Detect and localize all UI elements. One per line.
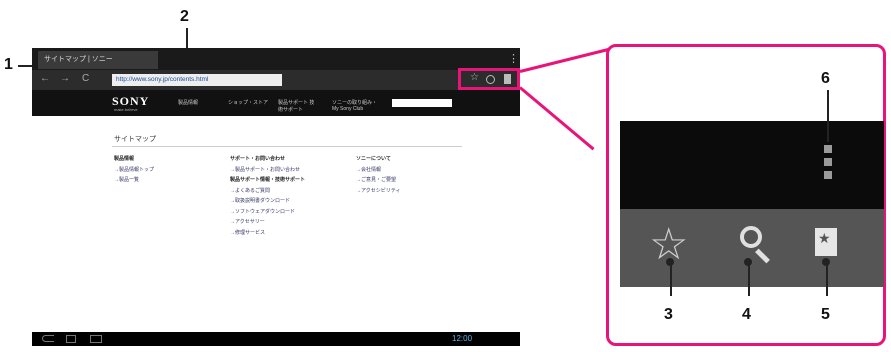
tab-bar: サイトマップ | ソニー ⋮ <box>32 48 520 70</box>
url-bar: ← → C http://www.sony.jp/contents.html ☆ <box>32 70 520 90</box>
list-item[interactable]: →修理サービス <box>230 228 350 239</box>
connector-line-bottom <box>519 86 595 151</box>
list-item[interactable]: →ご意見・ご要望 <box>356 175 466 186</box>
list-item[interactable]: →製品情報トップ <box>114 165 224 176</box>
callout-1: 1 <box>4 56 13 73</box>
site-header: SONY make.believe 製品情報 ショップ・ストア 製品サポート 技… <box>32 90 520 116</box>
highlight-toolbar <box>458 68 520 90</box>
reload-icon[interactable]: C <box>82 73 89 84</box>
leader-line-4 <box>748 262 750 296</box>
leader-line-6 <box>827 90 829 142</box>
leader-dot-5 <box>822 258 830 266</box>
callout-3: 3 <box>664 306 673 323</box>
web-content: SONY make.believe 製品情報 ショップ・ストア 製品サポート 技… <box>32 90 520 332</box>
callout-4: 4 <box>742 306 751 323</box>
list-item[interactable]: →アクセサリー <box>230 217 350 228</box>
sitemap-column-1: 製品情報 →製品情報トップ →製品一覧 <box>114 154 224 186</box>
page-title: サイトマップ <box>114 136 156 143</box>
back-nav-icon[interactable] <box>42 335 54 342</box>
menu-icon[interactable]: ⋮ <box>508 52 519 65</box>
browser-tab[interactable]: サイトマップ | ソニー <box>38 51 158 69</box>
title-divider <box>112 146 462 147</box>
back-icon[interactable]: ← <box>40 73 50 84</box>
nav-item-shop[interactable]: ショップ・ストア <box>228 99 268 106</box>
leader-line-3 <box>670 262 672 296</box>
logo-subtitle: make.believe <box>114 107 138 112</box>
column-heading: サポート・お問い合わせ <box>230 156 286 162</box>
tablet-screen: サイトマップ | ソニー ⋮ ← → C http://www.sony.jp/… <box>32 48 520 346</box>
column-heading: ソニーについて <box>356 156 391 162</box>
list-item[interactable]: →アクセシビリティ <box>356 186 466 197</box>
site-search-input[interactable] <box>392 99 452 107</box>
list-item[interactable]: →ソフトウェアダウンロード <box>230 207 350 218</box>
list-item[interactable]: →製品一覧 <box>114 175 224 186</box>
column-subheading: 製品サポート情報・技術サポート <box>230 177 306 183</box>
home-icon[interactable] <box>66 335 76 343</box>
callout-6: 6 <box>821 70 830 87</box>
recent-apps-icon[interactable] <box>90 335 102 343</box>
nav-item-support[interactable]: 製品サポート 技術サポート <box>278 99 318 113</box>
callout-5: 5 <box>821 306 830 323</box>
callout-2: 2 <box>180 8 189 25</box>
list-item[interactable]: →よくあるご質問 <box>230 186 350 197</box>
system-bar: 12:00 <box>32 332 520 346</box>
list-item[interactable]: →取扱説明書ダウンロード <box>230 196 350 207</box>
search-icon-large[interactable] <box>740 226 762 248</box>
column-heading: 製品情報 <box>114 156 135 162</box>
menu-dot-icon[interactable] <box>824 145 832 153</box>
clock: 12:00 <box>452 334 473 343</box>
url-field[interactable]: http://www.sony.jp/contents.html <box>112 74 282 86</box>
leader-dot-3 <box>666 258 674 266</box>
leader-dot-4 <box>744 258 752 266</box>
zoom-tabbar-area <box>620 121 884 209</box>
nav-item-club[interactable]: ソニーの取り組み・My Sony Club <box>332 99 382 112</box>
leader-line-5 <box>826 262 828 296</box>
list-item[interactable]: →製品サポート・お問い合わせ <box>230 165 350 176</box>
sitemap-column-3: ソニーについて →会社情報 →ご意見・ご要望 →アクセシビリティ <box>356 154 466 196</box>
menu-dot-icon[interactable] <box>824 158 832 166</box>
list-item[interactable]: →会社情報 <box>356 165 466 176</box>
sitemap-column-2: サポート・お問い合わせ →製品サポート・お問い合わせ 製品サポート情報・技術サポ… <box>230 154 350 238</box>
menu-dot-icon[interactable] <box>824 171 832 179</box>
bookmark-star-icon: ★ <box>818 230 831 246</box>
connector-line-top <box>519 47 610 73</box>
nav-item-products[interactable]: 製品情報 <box>178 99 198 106</box>
forward-icon[interactable]: → <box>60 73 70 84</box>
